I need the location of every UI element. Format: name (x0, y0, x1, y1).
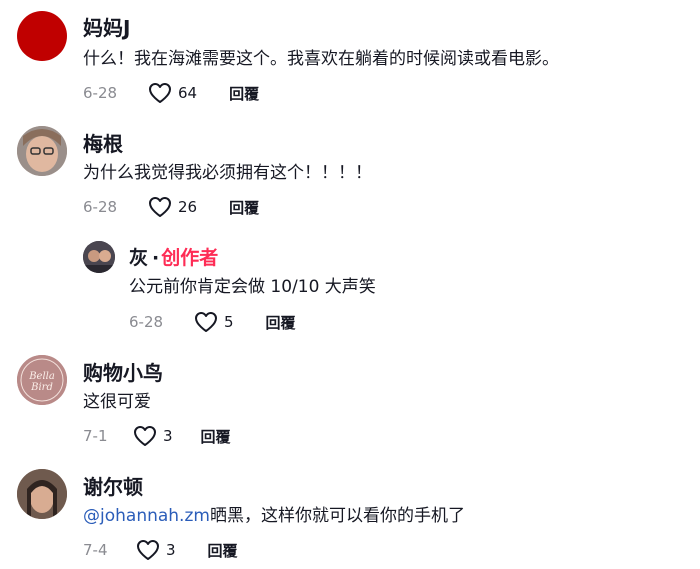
comment-username[interactable]: 灰 (129, 247, 148, 269)
avatar[interactable] (17, 469, 67, 519)
comment-username[interactable]: 梅根 (83, 132, 123, 156)
comment-username[interactable]: 妈妈J (83, 16, 130, 40)
comment-date: 6-28 (129, 313, 164, 331)
like-button[interactable]: 3 (136, 539, 176, 561)
svg-text:Bella: Bella (28, 371, 55, 382)
heart-outline-icon (149, 197, 171, 217)
reply-button[interactable]: 回覆 (201, 426, 231, 447)
avatar-photo (17, 469, 67, 519)
comment-date: 7-1 (83, 427, 108, 445)
comment-text: 晒黑，这样你就可以看你的手机了 (209, 506, 465, 526)
comment-username-row: 灰 · 创作者 (129, 246, 218, 270)
comment-actions: 6-28 5 回覆 (129, 311, 296, 333)
comment-text: 什么！我在海滩需要这个。我喜欢在躺着的时候阅读或看电影。 (83, 49, 559, 69)
comment-text-row: @johannah.zm晒黑，这样你就可以看你的手机了 (83, 505, 465, 527)
heart-outline-icon (134, 426, 156, 446)
reply-button[interactable]: 回覆 (266, 312, 296, 333)
svg-text:Bird: Bird (30, 382, 53, 393)
heart-outline-icon (195, 312, 217, 332)
mention-link[interactable]: @johannah.zm (83, 506, 210, 526)
comment-text: 公元前你肯定会做 10/10 大声笑 (129, 277, 376, 297)
reply-button[interactable]: 回覆 (229, 197, 259, 218)
like-count: 5 (224, 313, 234, 331)
creator-badge: 创作者 (161, 247, 219, 269)
like-count: 3 (163, 427, 173, 445)
like-button[interactable]: 5 (194, 311, 234, 333)
comment-text: 这很可爱 (83, 392, 151, 412)
reply-button[interactable]: 回覆 (208, 540, 238, 561)
like-count: 26 (178, 198, 198, 216)
comment-actions: 7-1 3 回覆 (83, 425, 231, 447)
comment-date: 6-28 (83, 198, 118, 216)
brand-logo: Bella Bird (17, 355, 67, 405)
comment-actions: 6-28 26 回覆 (83, 196, 259, 218)
like-button[interactable]: 26 (148, 196, 197, 218)
heart-outline-icon (137, 540, 159, 560)
avatar[interactable] (17, 11, 67, 61)
like-button[interactable]: 64 (148, 82, 197, 104)
comment-username[interactable]: 购物小鸟 (83, 361, 163, 385)
comment-date: 6-28 (83, 84, 118, 102)
reply-button[interactable]: 回覆 (229, 83, 259, 104)
avatar-photo (83, 241, 115, 273)
comment-text: 为什么我觉得我必须拥有这个！！！！ (83, 163, 372, 183)
badge-separator: · (152, 247, 160, 269)
comment-actions: 7-4 3 回覆 (83, 539, 238, 561)
avatar[interactable]: Bella Bird (17, 355, 67, 405)
like-button[interactable]: 3 (133, 425, 173, 447)
comment-username[interactable]: 谢尔顿 (83, 475, 143, 499)
avatar[interactable] (83, 241, 115, 273)
avatar[interactable] (17, 126, 67, 176)
avatar-photo (17, 126, 67, 176)
like-count: 64 (178, 84, 198, 102)
comment-actions: 6-28 64 回覆 (83, 82, 259, 104)
comment-date: 7-4 (83, 541, 108, 559)
heart-outline-icon (149, 83, 171, 103)
like-count: 3 (166, 541, 176, 559)
